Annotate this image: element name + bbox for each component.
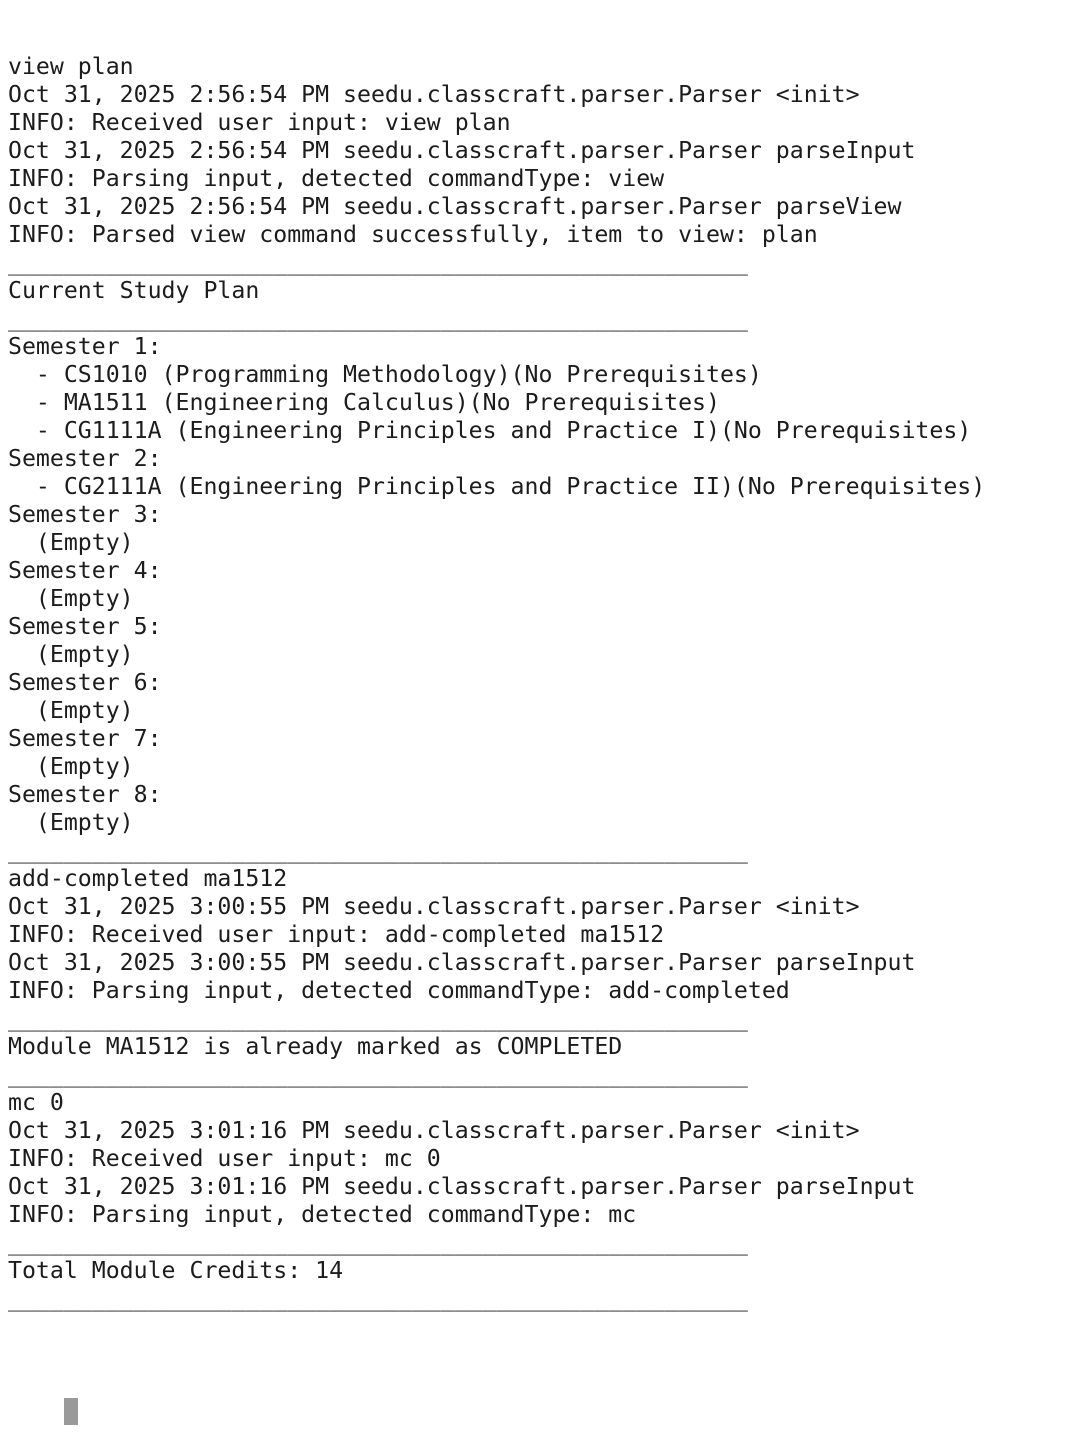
divider-line: ________________________________________… (8, 837, 748, 864)
output-line: Semester 7: (8, 725, 162, 752)
log-line: Oct 31, 2025 3:00:55 PM seedu.classcraft… (8, 893, 860, 920)
output-line: Module MA1512 is already marked as COMPL… (8, 1033, 623, 1060)
log-line: Oct 31, 2025 3:01:16 PM seedu.classcraft… (8, 1117, 860, 1144)
output-line: Semester 8: (8, 781, 162, 808)
log-line: Oct 31, 2025 3:00:55 PM seedu.classcraft… (8, 949, 916, 976)
log-line: Oct 31, 2025 2:56:54 PM seedu.classcraft… (8, 137, 916, 164)
divider-line: ________________________________________… (8, 305, 748, 332)
log-line: Oct 31, 2025 2:56:54 PM seedu.classcraft… (8, 193, 902, 220)
log-line: INFO: Received user input: add-completed… (8, 921, 665, 948)
log-line: INFO: Parsed view command successfully, … (8, 221, 818, 248)
command-echo-line: mc 0 (8, 1089, 64, 1116)
log-line: INFO: Received user input: view plan (8, 109, 511, 136)
divider-line: ________________________________________… (8, 1005, 748, 1032)
command-input-line[interactable] (8, 1369, 1078, 1425)
output-line: Current Study Plan (8, 277, 260, 304)
log-line: INFO: Parsing input, detected commandTyp… (8, 1201, 637, 1228)
output-line: Semester 4: (8, 557, 162, 584)
output-line: Semester 5: (8, 613, 162, 640)
output-line: (Empty) (8, 753, 134, 780)
text-cursor (63, 1398, 78, 1425)
output-line: (Empty) (8, 641, 134, 668)
output-line: - MA1511 (Engineering Calculus)(No Prere… (8, 389, 720, 416)
divider-line: ________________________________________… (8, 1285, 748, 1312)
log-line: INFO: Parsing input, detected commandTyp… (8, 165, 665, 192)
output-line: Semester 1: (8, 333, 162, 360)
log-line: INFO: Parsing input, detected commandTyp… (8, 977, 790, 1004)
log-line: Oct 31, 2025 3:01:16 PM seedu.classcraft… (8, 1173, 916, 1200)
output-line: Total Module Credits: 14 (8, 1257, 344, 1284)
output-line: Semester 3: (8, 501, 162, 528)
output-line: - CG1111A (Engineering Principles and Pr… (8, 417, 972, 444)
command-echo-line: view plan (8, 53, 134, 80)
output-line: - CS1010 (Programming Methodology)(No Pr… (8, 361, 762, 388)
terminal-lines: view plan Oct 31, 2025 2:56:54 PM seedu.c… (8, 53, 1078, 1313)
output-line: Semester 2: (8, 445, 162, 472)
command-echo-line: add-completed ma1512 (8, 865, 288, 892)
output-line: (Empty) (8, 809, 134, 836)
log-line: INFO: Received user input: mc 0 (8, 1145, 441, 1172)
divider-line: ________________________________________… (8, 249, 748, 276)
divider-line: ________________________________________… (8, 1229, 748, 1256)
terminal-output: view plan Oct 31, 2025 2:56:54 PM seedu.c… (8, 0, 1078, 1425)
divider-line: ________________________________________… (8, 1061, 748, 1088)
log-line: Oct 31, 2025 2:56:54 PM seedu.classcraft… (8, 81, 860, 108)
output-line: (Empty) (8, 529, 134, 556)
output-line: - CG2111A (Engineering Principles and Pr… (8, 473, 986, 500)
output-line: (Empty) (8, 697, 134, 724)
output-line: (Empty) (8, 585, 134, 612)
output-line: Semester 6: (8, 669, 162, 696)
